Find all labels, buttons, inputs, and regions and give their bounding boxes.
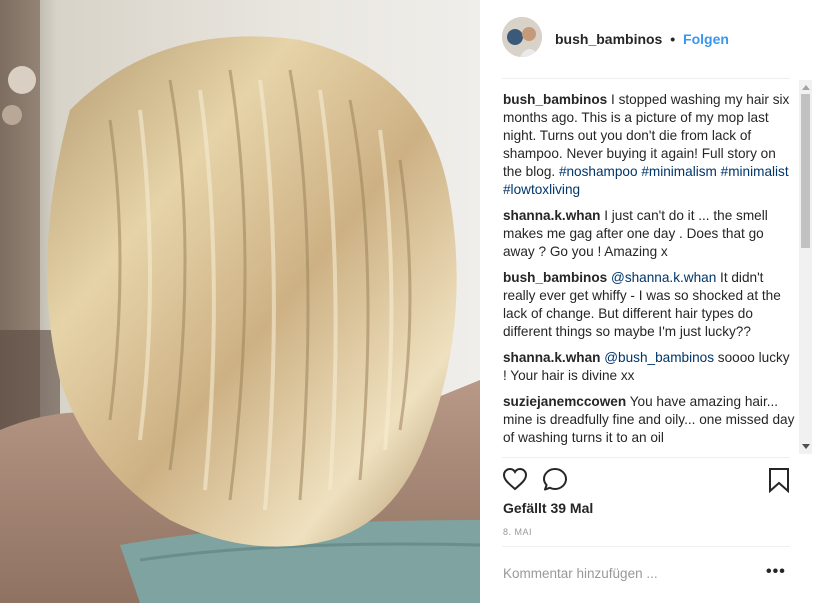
comments-list[interactable]: bush_bambinos I stopped washing my hair …: [503, 91, 795, 455]
comment-item: shanna.k.whan @bush_bambinos soooo lucky…: [503, 349, 795, 385]
comment-item: shanna.k.whan I just can't do it ... the…: [503, 207, 795, 261]
caption: bush_bambinos I stopped washing my hair …: [503, 91, 795, 199]
comment-username[interactable]: shanna.k.whan: [503, 208, 600, 223]
hashtag-link[interactable]: #minimalist: [721, 164, 789, 179]
action-bar: [502, 467, 792, 496]
post-header: bush_bambinos • Folgen: [480, 0, 814, 78]
more-options-icon[interactable]: •••: [766, 563, 786, 581]
header-username[interactable]: bush_bambinos: [555, 31, 662, 47]
scroll-thumb[interactable]: [801, 94, 810, 248]
heart-icon[interactable]: [502, 467, 528, 496]
scroll-up-arrow-icon[interactable]: [802, 85, 810, 90]
comment-input[interactable]: [503, 564, 753, 582]
caption-username[interactable]: bush_bambinos: [503, 92, 607, 107]
divider: [502, 457, 790, 458]
hashtag-link[interactable]: #noshampoo: [559, 164, 638, 179]
follow-button[interactable]: Folgen: [683, 31, 729, 47]
hashtag-link[interactable]: #minimalism: [641, 164, 717, 179]
avatar[interactable]: [502, 17, 542, 57]
comments-scrollbar[interactable]: [799, 80, 812, 454]
post-details-panel: bush_bambinos • Folgen bush_bambinos I s…: [480, 0, 814, 603]
bookmark-icon[interactable]: [768, 467, 790, 498]
comment-username[interactable]: suziejanemccowen: [503, 394, 626, 409]
divider: [502, 546, 790, 547]
divider: [502, 78, 790, 79]
scroll-down-arrow-icon[interactable]: [802, 444, 810, 449]
post-image[interactable]: [0, 0, 480, 603]
comment-item: suziejanemccowen You have amazing hair..…: [503, 393, 795, 447]
header-user-line: bush_bambinos • Folgen: [555, 31, 729, 47]
comment-username[interactable]: shanna.k.whan: [503, 350, 600, 365]
comment-mention[interactable]: @bush_bambinos: [604, 350, 714, 365]
comment-icon[interactable]: [542, 467, 568, 496]
post-date[interactable]: 8. MAI: [503, 527, 532, 537]
separator-dot: •: [670, 31, 676, 47]
comment-mention[interactable]: @shanna.k.whan: [611, 270, 716, 285]
likes-count[interactable]: Gefällt 39 Mal: [503, 500, 593, 516]
comment-item: bush_bambinos @shanna.k.whan It didn't r…: [503, 269, 795, 341]
comment-username[interactable]: bush_bambinos: [503, 270, 607, 285]
hashtag-link[interactable]: #lowtoxliving: [503, 182, 580, 197]
